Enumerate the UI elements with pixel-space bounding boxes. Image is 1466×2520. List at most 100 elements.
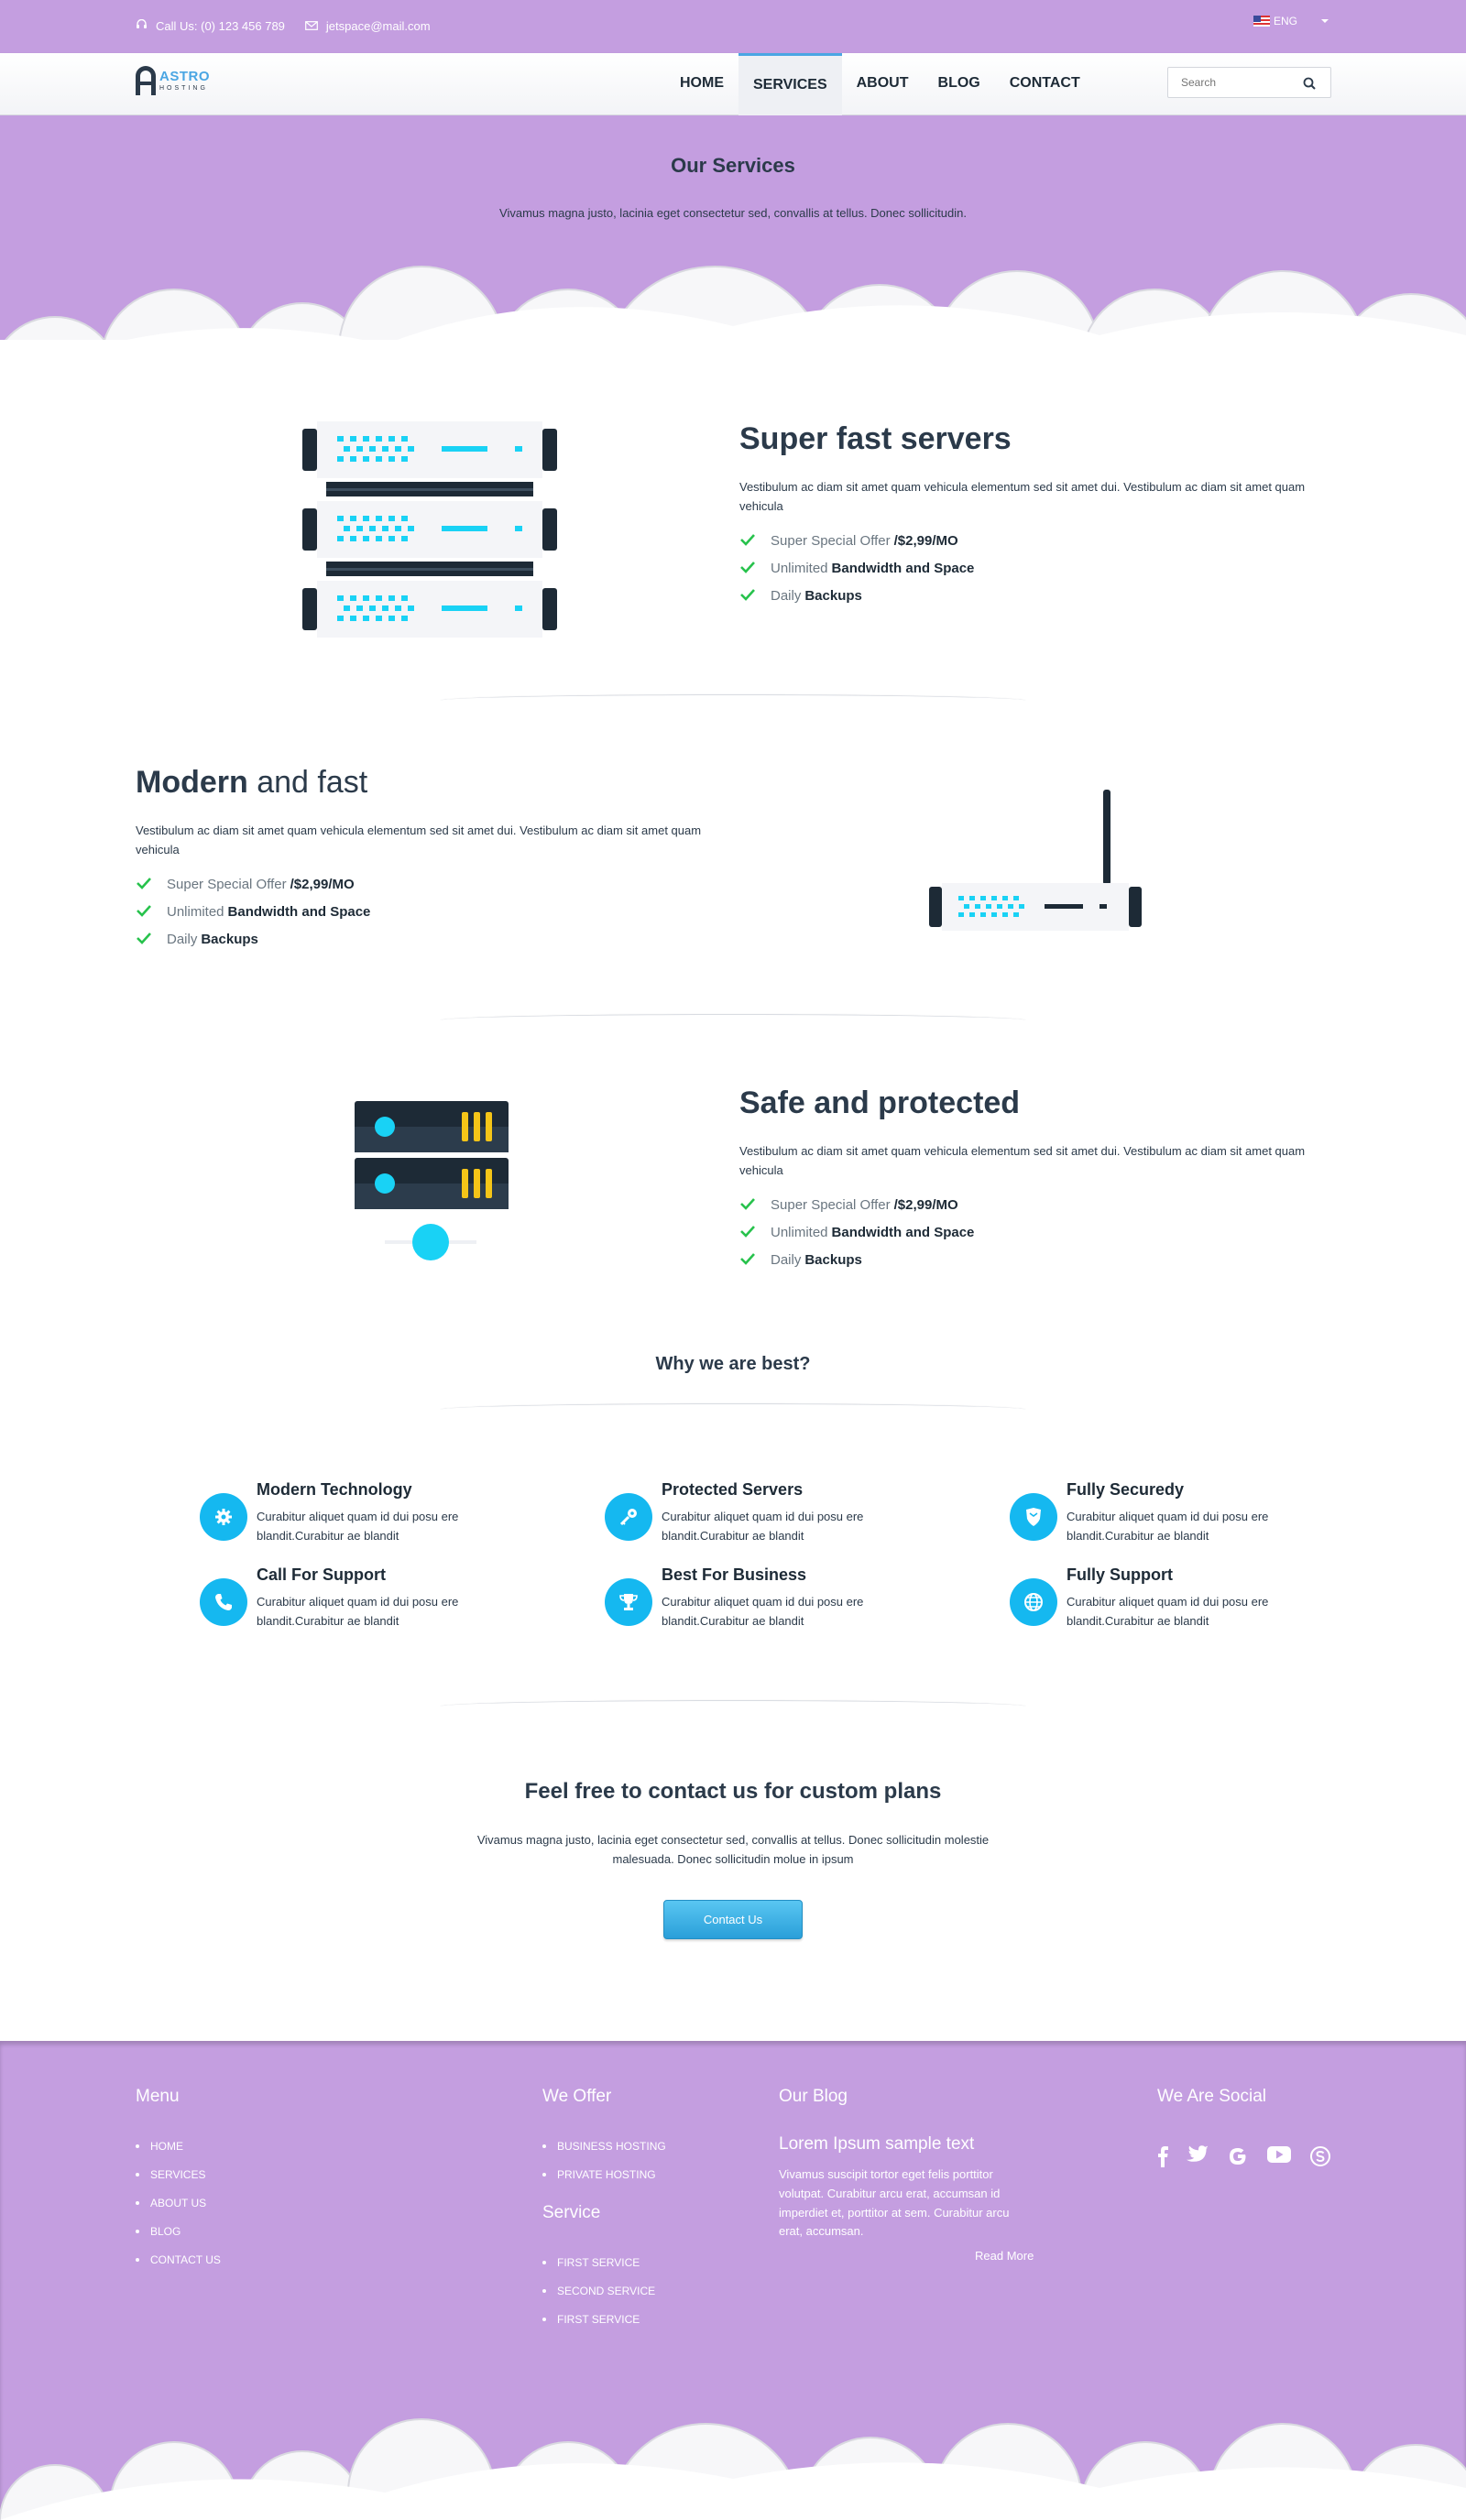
footer-social-title: We Are Social [1157,2087,1266,2106]
section-divider [440,694,1026,707]
footer-service-title: Service [542,2203,601,2222]
hero-subtitle: Vivamus magna justo, lacinia eget consec… [499,206,967,220]
point-bold: Backups [804,1252,862,1269]
nav-item-contact[interactable]: CONTACT [995,53,1095,115]
list-item: Daily Backups [739,588,1326,605]
check-icon [739,588,756,605]
feature-title: Safe and protected [739,1085,1326,1120]
page-title: Our Services [671,154,795,177]
footer-offer-title: We Offer [542,2087,612,2106]
footer-link-private-hosting[interactable]: PRIVATE HOSTING [542,2168,666,2181]
nav-item-about[interactable]: ABOUT [842,53,924,115]
headset-icon [136,18,148,33]
benefit-protected-servers: Protected Servers Curabitur aliquet quam… [605,1480,880,1554]
globe-icon [1010,1578,1057,1626]
footer-link-services[interactable]: SERVICES [136,2168,221,2181]
language-selector[interactable]: ENG [1253,15,1329,27]
language-label: ENG [1273,15,1297,27]
check-icon [136,932,152,948]
footer: Menu HOME SERVICES ABOUT US BLOG CONTACT… [0,2041,1466,2520]
section-divider [440,1700,1026,1713]
footer-social: We Are Social [1157,2087,1350,2167]
search-input[interactable] [1168,68,1287,97]
section-divider [440,1014,1026,1027]
feature-safe-protected: Safe and protected Vestibulum ac diam si… [739,1085,1326,1280]
email-text[interactable]: jetspace@mail.com [326,19,431,33]
footer-link-contact[interactable]: CONTACT US [136,2253,221,2266]
main-navigation: ASTRO HOSTING HOME SERVICES ABOUT BLOG C… [0,53,1466,115]
footer-link-blog[interactable]: BLOG [136,2225,221,2238]
footer-link-first-service[interactable]: FIRST SERVICE [542,2256,666,2269]
feature-list: Super Special Offer/$2,99/MO Unlimited Ba… [739,1197,1326,1269]
benefit-title: Best For Business [662,1565,807,1584]
point-bold: Bandwidth and Space [831,1225,975,1241]
why-section-title: Why we are best? [655,1354,811,1374]
key-icon [605,1493,652,1541]
read-more-link[interactable]: Read More [975,2249,1034,2263]
feature-super-fast: Super fast servers Vestibulum ac diam si… [739,421,1326,616]
point-bold: Backups [804,588,862,605]
benefit-best-business: Best For Business Curabitur aliquet quam… [605,1565,880,1639]
list-item: Super Special Offer/$2,99/MO [136,877,722,893]
list-item: Unlimited Bandwidth and Space [136,904,722,921]
check-icon [739,533,756,550]
feature-description: Vestibulum ac diam sit amet quam vehicul… [739,1144,1306,1178]
brand-tagline: HOSTING [159,85,208,92]
benefit-title: Protected Servers [662,1480,804,1499]
benefit-modern-technology: Modern Technology Curabitur aliquet quam… [200,1480,475,1554]
phone-text: Call Us: (0) 123 456 789 [156,19,285,33]
point-bold: /$2,99/MO [290,877,355,893]
footer-link-home[interactable]: HOME [136,2140,221,2153]
footer-link-business-hosting[interactable]: BUSINESS HOSTING [542,2140,666,2153]
check-icon [739,1252,756,1269]
check-icon [136,877,152,893]
feature-modern-fast: Modern and fast Vestibulum ac diam sit a… [136,765,722,959]
trophy-icon [605,1578,652,1626]
list-item: Unlimited Bandwidth and Space [739,1225,1326,1241]
gear-icon [200,1493,247,1541]
search-icon[interactable] [1303,77,1316,94]
clouds-illustration [0,266,1466,381]
twitter-icon[interactable] [1187,2145,1209,2167]
nav-item-blog[interactable]: BLOG [924,53,995,115]
point-bold: Backups [201,932,258,948]
point-bold: Bandwidth and Space [831,561,975,577]
footer-link-about[interactable]: ABOUT US [136,2197,221,2209]
nav-item-home[interactable]: HOME [665,53,738,115]
envelope-icon [305,19,318,33]
nav-item-services[interactable]: SERVICES [738,53,842,115]
footer-blog: Our Blog Lorem Ipsum sample text Vivamus… [779,2087,1034,2263]
facebook-icon[interactable] [1157,2145,1168,2167]
email-item[interactable]: jetspace@mail.com [305,19,431,33]
feature-title-light: and fast [257,765,368,800]
footer-link-first-service-2[interactable]: FIRST SERVICE [542,2313,666,2326]
search-box [1167,67,1331,98]
logo-mark-icon [136,66,156,95]
feature-list: Super Special Offer/$2,99/MO Unlimited Ba… [739,533,1326,605]
top-contact: Call Us: (0) 123 456 789 jetspace@mail.c… [136,18,451,33]
footer-menu-title: Menu [136,2087,180,2106]
blog-post-text: Vivamus suscipit tortor eget felis portt… [779,2167,1010,2239]
logo-text: ASTRO HOSTING [159,70,210,92]
footer-menu-list: HOME SERVICES ABOUT US BLOG CONTACT US [136,2140,221,2266]
point-light: Super Special Offer [771,533,891,550]
brand-logo[interactable]: ASTRO HOSTING [136,66,210,95]
youtube-icon[interactable] [1267,2145,1291,2167]
footer-link-second-service[interactable]: SECOND SERVICE [542,2285,666,2297]
point-light: Daily [167,932,198,948]
benefit-fully-securedy: Fully Securedy Curabitur aliquet quam id… [1010,1480,1285,1554]
feature-title-bold: Super fast servers [739,421,1012,456]
skype-icon[interactable] [1309,2145,1331,2167]
us-flag-icon [1253,16,1270,27]
benefit-text: Curabitur aliquet quam id dui posu ere b… [1067,1510,1269,1543]
footer-service-list: FIRST SERVICE SECOND SERVICE FIRST SERVI… [542,2256,666,2326]
social-links [1157,2145,1350,2167]
contact-us-button[interactable]: Contact Us [663,1900,803,1939]
phone-icon [200,1578,247,1626]
point-bold: Bandwidth and Space [227,904,371,921]
benefit-text: Curabitur aliquet quam id dui posu ere b… [662,1510,864,1543]
google-icon[interactable] [1227,2145,1249,2167]
blog-post-title[interactable]: Lorem Ipsum sample text [779,2134,1034,2155]
list-item: Super Special Offer/$2,99/MO [739,533,1326,550]
feature-title-bold: Safe and protected [739,1085,1021,1120]
